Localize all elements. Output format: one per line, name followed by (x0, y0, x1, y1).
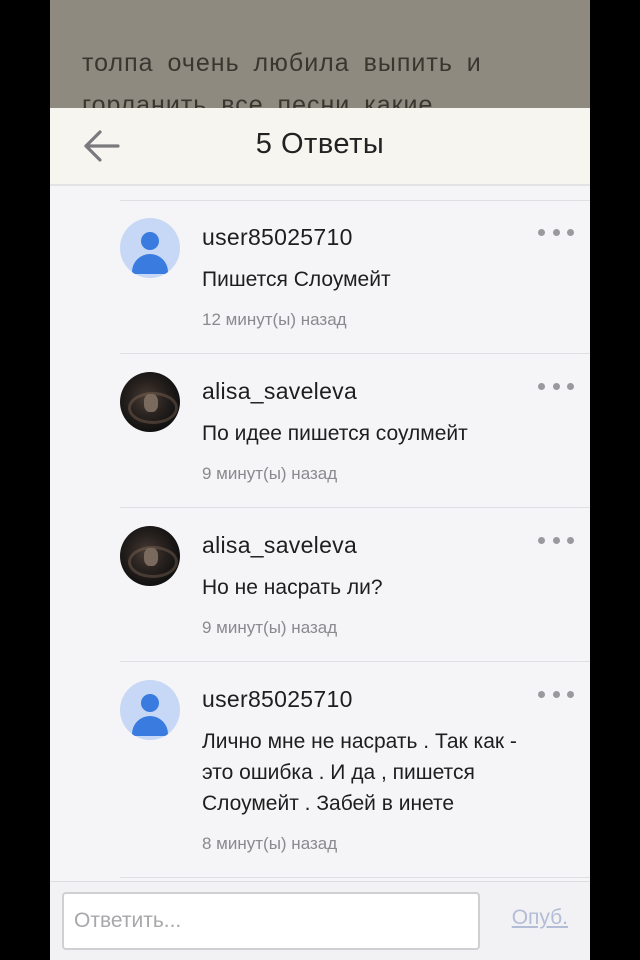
comment-username[interactable]: alisa_saveleva (202, 376, 534, 406)
comment-list[interactable]: user85025710 Пишется Слоумейт 12 минут(ы… (50, 200, 590, 878)
comment-text: Но не насрать ли? (202, 576, 383, 599)
comment-timestamp: 12 минут(ы) назад (202, 310, 347, 329)
more-options-icon[interactable] (538, 378, 574, 394)
avatar[interactable] (120, 680, 180, 740)
comment-item[interactable]: user85025710 Пишется Слоумейт 12 минут(ы… (120, 200, 590, 354)
comment-timestamp: 9 минут(ы) назад (202, 618, 338, 637)
replies-header: 5 Ответы (50, 108, 590, 186)
comment-timestamp: 8 минут(ы) назад (202, 834, 338, 853)
comment-username[interactable]: alisa_saveleva (202, 530, 534, 560)
replies-sheet: 5 Ответы user85025710 Пишется Слоумейт 1… (50, 108, 590, 960)
app-screen: толпа очень любила выпить и горланить вс… (50, 0, 590, 960)
reply-input[interactable] (62, 892, 480, 950)
avatar[interactable] (120, 526, 180, 586)
comment-item[interactable]: alisa_saveleva Но не насрать ли? 9 минут… (120, 508, 590, 662)
comment-text: Лично мне не насрать . Так как - это оши… (202, 730, 517, 815)
comment-text: По идее пишется соулмейт (202, 422, 468, 445)
reply-bar: Опуб. (50, 881, 590, 960)
comment-item[interactable]: alisa_saveleva По идее пишется соулмейт … (120, 354, 590, 508)
comment-item[interactable]: user85025710 Лично мне не насрать . Так … (120, 662, 590, 878)
comment-timestamp: 9 минут(ы) назад (202, 464, 338, 483)
avatar[interactable] (120, 372, 180, 432)
more-options-icon[interactable] (538, 532, 574, 548)
page-title: 5 Ответы (255, 128, 385, 160)
comment-username[interactable]: user85025710 (202, 684, 534, 714)
avatar[interactable] (120, 218, 180, 278)
comment-username[interactable]: user85025710 (202, 222, 534, 252)
default-user-icon (141, 694, 159, 712)
more-options-icon[interactable] (538, 686, 574, 702)
more-options-icon[interactable] (538, 224, 574, 240)
background-post: толпа очень любила выпить и горланить вс… (50, 0, 590, 119)
comment-text: Пишется Слоумейт (202, 268, 391, 291)
publish-button[interactable]: Опуб. (512, 906, 568, 930)
default-user-icon (141, 232, 159, 250)
